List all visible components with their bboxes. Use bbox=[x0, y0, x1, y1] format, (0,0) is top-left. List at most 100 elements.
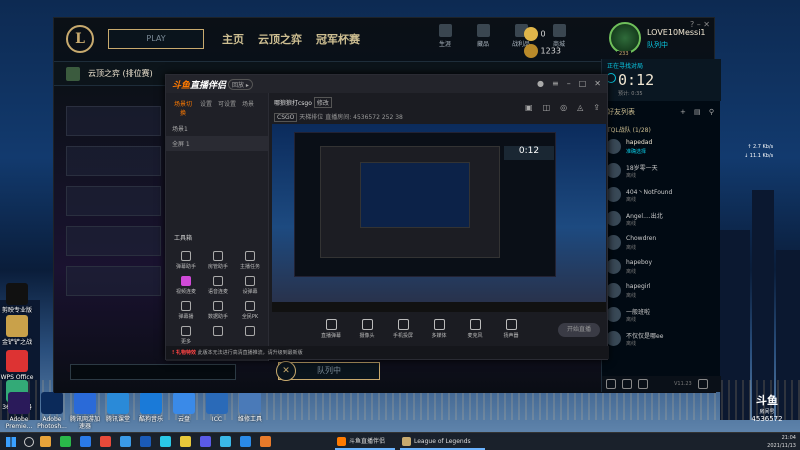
toolbox-item[interactable]: 设弹幕 bbox=[234, 276, 266, 295]
menu-icon[interactable]: ≡ bbox=[552, 79, 559, 88]
maximize-icon[interactable]: □ bbox=[579, 79, 587, 88]
app-icon[interactable] bbox=[120, 436, 131, 447]
app-icon[interactable] bbox=[80, 436, 91, 447]
stream-preview[interactable]: 0:12 bbox=[272, 124, 606, 312]
desktop-icon[interactable]: 云盘 bbox=[167, 392, 201, 423]
voice-icon[interactable] bbox=[638, 379, 648, 389]
desktop-icon[interactable]: 剪映专业版 bbox=[0, 283, 34, 314]
tab-scenes[interactable]: 场景 bbox=[242, 99, 254, 117]
bell-icon[interactable]: ◬ bbox=[577, 103, 583, 112]
friend-item[interactable]: hapegirl 离线 bbox=[606, 281, 718, 305]
toolbox-item[interactable]: 弹幕播 bbox=[170, 301, 202, 320]
app-icon[interactable] bbox=[200, 436, 211, 447]
app-icon[interactable] bbox=[240, 436, 251, 447]
toolbox-item[interactable]: 视频连麦 bbox=[170, 276, 202, 295]
toolbox-item[interactable]: 房管助手 bbox=[202, 251, 234, 270]
taskbar-task-lol[interactable]: League of Legends bbox=[400, 434, 485, 450]
friend-item[interactable]: Angel....出北 离线 bbox=[606, 209, 718, 233]
system-clock[interactable]: 21:04 2021/11/13 bbox=[767, 434, 796, 450]
wechat-icon[interactable] bbox=[60, 436, 71, 447]
toolbox-item[interactable]: 语音连麦 bbox=[202, 276, 234, 295]
app-icon[interactable] bbox=[180, 436, 191, 447]
file-explorer-icon[interactable] bbox=[40, 436, 51, 447]
friend-item[interactable]: 18岁零一天 离线 bbox=[606, 161, 718, 185]
desktop-icon[interactable]: 腾讯网游加速器 bbox=[68, 392, 102, 430]
gift-icon[interactable]: ▣ bbox=[525, 103, 533, 112]
lock-icon[interactable]: ◫ bbox=[543, 103, 551, 112]
friend-name: hapedad bbox=[626, 139, 653, 146]
friend-item[interactable]: 不仅仅是哪ee 离线 bbox=[606, 329, 718, 353]
desktop-icon[interactable]: Adobe Premie... bbox=[2, 392, 36, 430]
footer-message[interactable]: 此版本无法进行高清直播推流，请升级到最新版 bbox=[198, 350, 303, 356]
play-button[interactable]: PLAY bbox=[108, 29, 204, 49]
desktop-icon[interactable]: 腾讯课堂 bbox=[101, 392, 135, 423]
stream-title[interactable]: 哪狼狼打csgo bbox=[274, 100, 312, 107]
nav-clash[interactable]: 冠军杯赛 bbox=[316, 31, 360, 47]
nav-tft[interactable]: 云顶之弈 bbox=[258, 31, 302, 47]
app-icon[interactable] bbox=[160, 436, 171, 447]
app-icon[interactable] bbox=[220, 436, 231, 447]
desktop-icon[interactable]: 金铲铲之战 bbox=[0, 315, 34, 346]
app-icon[interactable] bbox=[140, 436, 151, 447]
friend-status: 离线 bbox=[626, 173, 637, 179]
toolbox-item[interactable]: 更多 bbox=[170, 326, 202, 345]
window-controls[interactable]: ? – ✕ bbox=[690, 20, 710, 29]
replay-badge[interactable]: 回放 ▸ bbox=[228, 79, 253, 90]
avatar-icon[interactable]: ● bbox=[537, 79, 544, 88]
speaker-button[interactable]: 扬声器 bbox=[500, 319, 522, 339]
tab-settings[interactable]: 设置 bbox=[200, 99, 212, 117]
tab-configurable[interactable]: 可设置 bbox=[218, 99, 236, 117]
friend-item[interactable]: Chowdren 离线 bbox=[606, 233, 718, 257]
desktop-icon[interactable]: ICC bbox=[200, 392, 234, 423]
category-label[interactable]: 天梯排位 bbox=[299, 114, 323, 121]
friend-item[interactable]: hapedad 准确选择 bbox=[606, 137, 718, 161]
toolbox-item[interactable] bbox=[202, 326, 234, 345]
taskbar-task-stream[interactable]: 斗鱼直播伴侣 bbox=[335, 434, 395, 450]
friend-item[interactable]: hapeboy 离线 bbox=[606, 257, 718, 281]
phone-cast-button[interactable]: 手机投屏 bbox=[392, 319, 414, 339]
toolbox-item[interactable]: 全民PK bbox=[234, 301, 266, 320]
desktop-icon[interactable]: WPS Office bbox=[0, 350, 34, 381]
lobby-chat-input[interactable] bbox=[70, 364, 236, 380]
media-button[interactable]: 多媒体 bbox=[428, 319, 450, 339]
danmaku-button[interactable]: 直播弹幕 bbox=[320, 319, 342, 339]
toolbox-item[interactable]: 弹幕助手 bbox=[170, 251, 202, 270]
help-icon[interactable] bbox=[697, 379, 708, 389]
desktop-icon[interactable]: Adobe Photosh... bbox=[35, 392, 69, 430]
cancel-queue-button[interactable]: ✕ bbox=[276, 361, 296, 381]
lol-logo[interactable]: L bbox=[66, 25, 94, 53]
nav-profile[interactable]: 生涯 bbox=[432, 24, 458, 48]
microphone-button[interactable]: 麦克风 bbox=[464, 319, 486, 339]
scene-item[interactable]: 全屏 1 bbox=[166, 136, 268, 151]
toolbox-item[interactable]: 主播任务 bbox=[234, 251, 266, 270]
missions-icon[interactable] bbox=[622, 379, 632, 389]
tab-scene-switch[interactable]: 场景切换 bbox=[172, 99, 194, 117]
close-icon[interactable]: ✕ bbox=[594, 79, 601, 88]
minimize-icon[interactable]: – bbox=[567, 79, 571, 88]
game-tag[interactable]: CSGO bbox=[274, 113, 298, 122]
friend-item[interactable]: 404丶NotFound 离线 bbox=[606, 185, 718, 209]
nav-collection[interactable]: 藏品 bbox=[470, 24, 496, 48]
share-icon[interactable]: ⇪ bbox=[593, 103, 600, 112]
camera-icon[interactable]: ◎ bbox=[560, 103, 567, 112]
currency-display[interactable]: 0 1233 bbox=[524, 27, 561, 61]
windows-start-icon[interactable] bbox=[6, 437, 16, 447]
friend-group-label[interactable]: TQL战队 (1/28) bbox=[607, 125, 651, 134]
toolbox-item[interactable] bbox=[234, 326, 266, 345]
nav-home[interactable]: 主页 bbox=[222, 31, 244, 47]
desktop-icon[interactable]: 酷狗音乐 bbox=[134, 392, 168, 423]
friend-item[interactable]: 一般班啦 离线 bbox=[606, 305, 718, 329]
app-icon[interactable] bbox=[100, 436, 111, 447]
camera-button[interactable]: 摄像头 bbox=[356, 319, 378, 339]
toolbox-item[interactable]: 数据助手 bbox=[202, 301, 234, 320]
firefox-icon[interactable] bbox=[260, 436, 271, 447]
edit-title-button[interactable]: 修改 bbox=[313, 97, 332, 108]
chat-icon[interactable] bbox=[606, 379, 616, 389]
friend-actions-icon[interactable]: + ▤ ⚲ bbox=[680, 108, 717, 116]
collection-icon bbox=[476, 24, 490, 37]
desktop-icon[interactable]: 维修工具 bbox=[233, 392, 267, 423]
start-stream-button[interactable]: 开始直播 bbox=[558, 323, 600, 337]
stream-window-controls[interactable]: ● ≡ – □ ✕ bbox=[537, 79, 601, 88]
search-icon[interactable] bbox=[24, 437, 34, 447]
scene-item[interactable]: 场景1 bbox=[166, 121, 268, 136]
